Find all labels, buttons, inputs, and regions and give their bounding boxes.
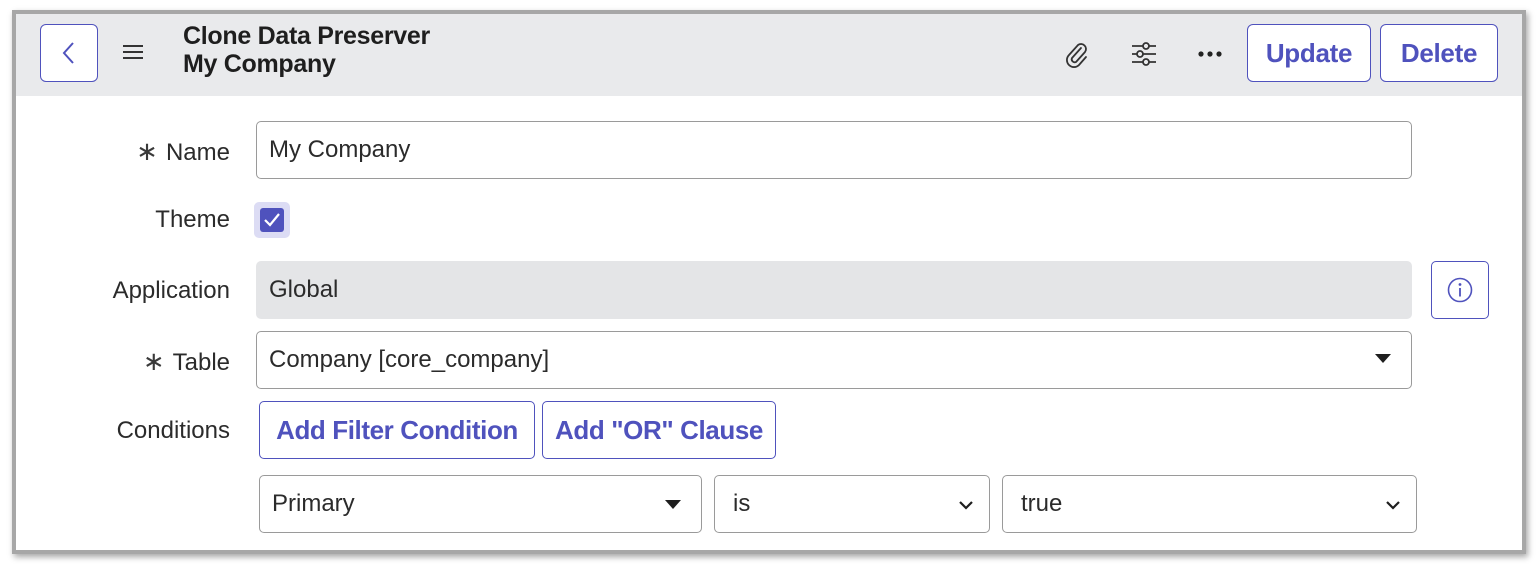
condition-operator-select[interactable]: is	[714, 475, 990, 533]
info-icon	[1447, 277, 1473, 303]
table-label: Table	[172, 349, 230, 376]
chevron-down-icon	[959, 501, 973, 510]
checkmark-icon	[264, 213, 280, 227]
add-or-clause-button[interactable]: Add "OR" Clause	[542, 401, 776, 459]
table-label-group: ∗ Table	[143, 346, 230, 377]
theme-label: Theme	[155, 206, 230, 233]
name-field[interactable]: My Company	[256, 121, 1412, 179]
name-value: My Company	[269, 136, 411, 163]
condition-field-value: Primary	[272, 490, 355, 517]
back-icon	[62, 42, 74, 64]
form-header: Clone Data Preserver My Company Update D…	[16, 14, 1522, 96]
table-value: Company [core_company]	[269, 346, 550, 373]
title-record-type: Clone Data Preserver	[183, 22, 430, 50]
name-label-group: ∗ Name	[136, 136, 230, 167]
hamburger-icon[interactable]	[122, 42, 144, 62]
theme-checkbox[interactable]	[254, 202, 290, 238]
application-label: Application	[112, 277, 230, 304]
title-record-name: My Company	[183, 50, 336, 78]
checkbox-checked	[260, 208, 284, 232]
application-field: Global	[256, 261, 1412, 319]
back-button[interactable]	[40, 24, 98, 82]
condition-value-value: true	[1021, 490, 1063, 517]
conditions-label: Conditions	[116, 417, 230, 444]
page-title: Clone Data Preserver My Company	[183, 22, 430, 78]
form-window: Clone Data Preserver My Company Update D…	[12, 10, 1526, 554]
caret-down-icon	[665, 500, 681, 509]
paperclip-icon[interactable]	[1060, 38, 1092, 70]
delete-button[interactable]: Delete	[1380, 24, 1498, 82]
chevron-down-icon	[1386, 501, 1400, 510]
table-select[interactable]: Company [core_company]	[256, 331, 1412, 389]
application-info-button[interactable]	[1431, 261, 1489, 319]
required-indicator: ∗	[136, 136, 158, 166]
name-label: Name	[165, 139, 230, 166]
caret-down-icon	[1375, 354, 1391, 363]
condition-operator-value: is	[733, 490, 751, 517]
sliders-icon[interactable]	[1128, 38, 1160, 70]
condition-field-select[interactable]: Primary	[259, 475, 702, 533]
more-icon[interactable]	[1194, 38, 1226, 70]
update-button[interactable]: Update	[1247, 24, 1371, 82]
required-indicator: ∗	[142, 346, 165, 376]
condition-value-select[interactable]: true	[1002, 475, 1417, 533]
application-value: Global	[269, 276, 339, 303]
add-filter-condition-button[interactable]: Add Filter Condition	[259, 401, 535, 459]
